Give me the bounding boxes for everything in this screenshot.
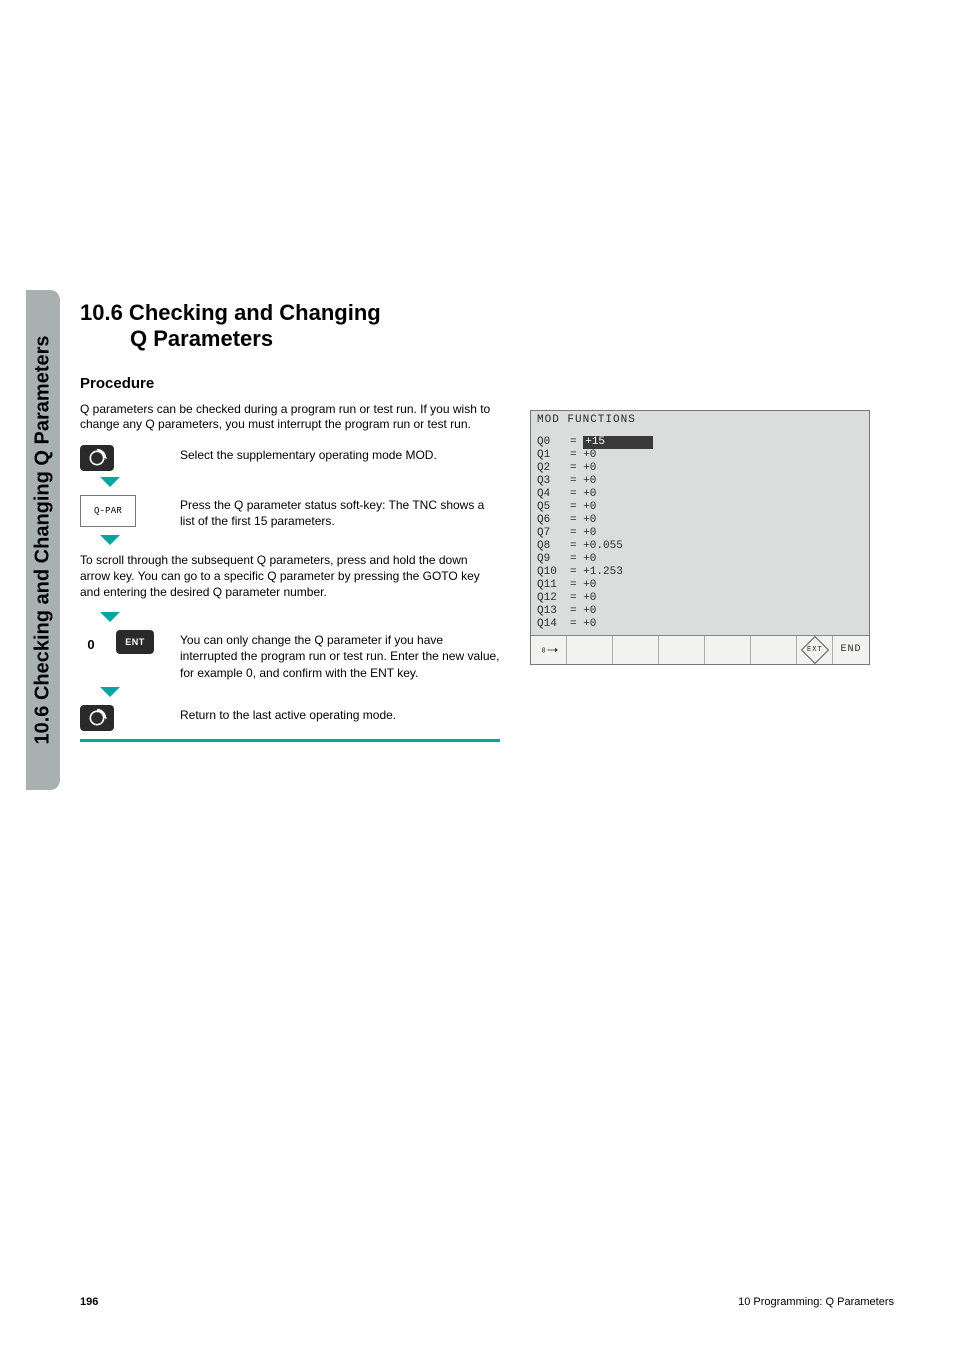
heading-line-1: 10.6 Checking and Changing bbox=[80, 300, 381, 325]
mod-key-icon bbox=[80, 445, 114, 471]
zero-label: 0 bbox=[80, 633, 102, 652]
softkey-empty bbox=[751, 636, 797, 664]
section-end-rule bbox=[80, 739, 500, 742]
q-row: Q13 = +0 bbox=[537, 605, 863, 618]
step-mod: Select the supplementary operating mode … bbox=[80, 445, 500, 471]
flow-arrow-icon bbox=[100, 687, 120, 697]
q-row: Q8 = +0.055 bbox=[537, 540, 863, 553]
mod-key-icon bbox=[80, 705, 114, 731]
flow-arrow-icon bbox=[100, 612, 120, 622]
q-row: Q12 = +0 bbox=[537, 592, 863, 605]
step-mod-return-text: Return to the last active operating mode… bbox=[180, 705, 500, 723]
flow-arrow-icon bbox=[100, 477, 120, 487]
softkey-row: 0 EXT END bbox=[531, 635, 869, 664]
intro-paragraph: Q parameters can be checked during a pro… bbox=[80, 402, 500, 433]
page-number: 196 bbox=[80, 1296, 98, 1308]
ext-softkey: EXT bbox=[797, 636, 833, 664]
scroll-paragraph: To scroll through the subsequent Q param… bbox=[80, 553, 500, 600]
step-mod-text: Select the supplementary operating mode … bbox=[180, 445, 500, 463]
q-row: Q4 = +0 bbox=[537, 488, 863, 501]
ent-key-icon: ENT bbox=[116, 630, 154, 654]
step-qpar-text: Press the Q parameter status soft-key: T… bbox=[180, 495, 500, 529]
softkey-empty bbox=[567, 636, 613, 664]
side-tab: 10.6 Checking and Changing Q Parameters bbox=[26, 290, 60, 790]
q-row: Q14 = +0 bbox=[537, 618, 863, 631]
q-row: Q1 = +0 bbox=[537, 449, 863, 462]
step-mod-return: Return to the last active operating mode… bbox=[80, 705, 500, 731]
end-softkey: END bbox=[833, 636, 869, 664]
step-qpar: Q-PAR Press the Q parameter status soft-… bbox=[80, 495, 500, 529]
q-row: Q3 = +0 bbox=[537, 475, 863, 488]
q-row: Q7 = +0 bbox=[537, 527, 863, 540]
qpar-softkey-icon: Q-PAR bbox=[80, 495, 136, 527]
svg-text:0: 0 bbox=[541, 646, 546, 654]
q-row: Q10 = +1.253 bbox=[537, 566, 863, 579]
flow-arrow-icon bbox=[100, 535, 120, 545]
chapter-label: 10 Programming: Q Parameters bbox=[738, 1296, 894, 1308]
tnc-screen: MOD FUNCTIONS Q0 = +15Q1 = +0Q2 = +0Q3 =… bbox=[530, 410, 870, 665]
softkey-empty bbox=[705, 636, 751, 664]
step-ent: 0 ENT You can only change the Q paramete… bbox=[80, 630, 500, 681]
subheading: Procedure bbox=[80, 375, 500, 392]
goto-softkey-icon: 0 bbox=[531, 636, 567, 664]
q-row: Q2 = +0 bbox=[537, 462, 863, 475]
section-heading: 10.6 Checking and Changing Q Parameters bbox=[80, 300, 500, 353]
softkey-empty bbox=[659, 636, 705, 664]
q-row: Q6 = +0 bbox=[537, 514, 863, 527]
heading-line-2: Q Parameters bbox=[80, 326, 273, 351]
screen-title: MOD FUNCTIONS bbox=[531, 411, 869, 436]
side-tab-label: 10.6 Checking and Changing Q Parameters bbox=[32, 335, 55, 744]
main-content: 10.6 Checking and Changing Q Parameters … bbox=[80, 300, 500, 754]
q-parameter-list: Q0 = +15Q1 = +0Q2 = +0Q3 = +0Q4 = +0Q5 =… bbox=[531, 436, 869, 635]
q-row: Q9 = +0 bbox=[537, 553, 863, 566]
ext-diamond-icon: EXT bbox=[800, 635, 828, 663]
q-row: Q5 = +0 bbox=[537, 501, 863, 514]
page-footer: 196 10 Programming: Q Parameters bbox=[80, 1296, 894, 1308]
q-row: Q11 = +0 bbox=[537, 579, 863, 592]
softkey-empty bbox=[613, 636, 659, 664]
step-ent-text: You can only change the Q parameter if y… bbox=[180, 630, 500, 681]
q-row: Q0 = +15 bbox=[537, 436, 863, 449]
